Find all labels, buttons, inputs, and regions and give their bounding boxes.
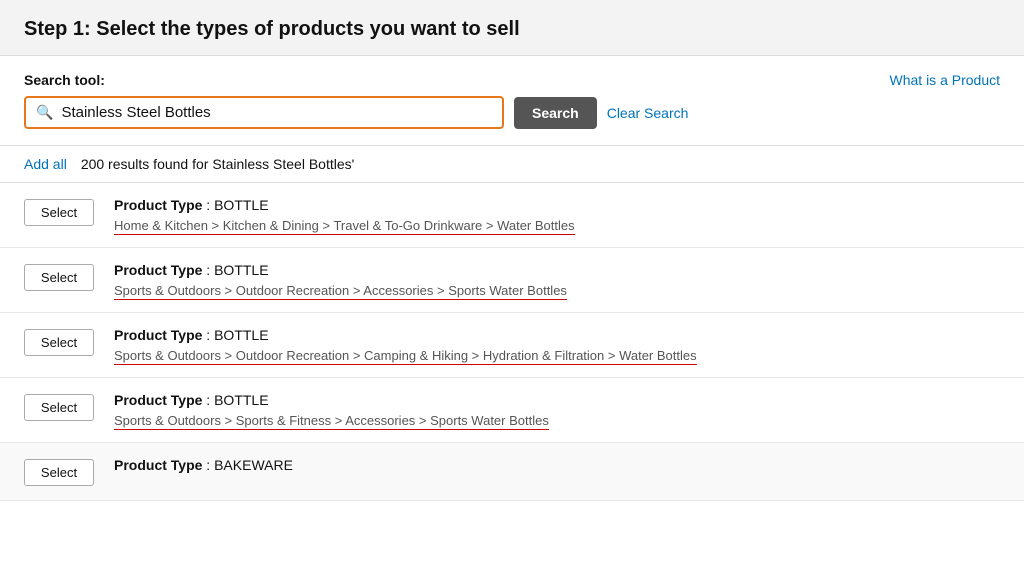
- product-type-label: Product Type: [114, 262, 202, 278]
- search-tool-label: Search tool:: [24, 72, 1000, 88]
- product-type-label: Product Type: [114, 457, 202, 473]
- product-item: Select Product Type : BOTTLE Sports & Outd…: [0, 378, 1024, 443]
- select-button[interactable]: Select: [24, 264, 94, 291]
- search-input[interactable]: [61, 104, 492, 121]
- product-type-value: : BOTTLE: [202, 262, 268, 278]
- product-item: Select Product Type : BOTTLE Home & Kitche…: [0, 183, 1024, 248]
- results-section: Add all 200 results found for Stainless …: [0, 146, 1024, 501]
- product-type-line: Product Type : BOTTLE: [114, 197, 1000, 213]
- product-item: Select Product Type : BOTTLE Sports & Outd…: [0, 313, 1024, 378]
- product-type-value: : BOTTLE: [202, 392, 268, 408]
- product-type-value: : BAKEWARE: [202, 457, 293, 473]
- product-type-line: Product Type : BAKEWARE: [114, 457, 1000, 473]
- product-list: Select Product Type : BOTTLE Home & Kitche…: [0, 183, 1024, 501]
- select-button[interactable]: Select: [24, 329, 94, 356]
- breadcrumb-text: Sports & Outdoors > Outdoor Recreation >…: [114, 283, 567, 300]
- select-button[interactable]: Select: [24, 459, 94, 486]
- product-type-line: Product Type : BOTTLE: [114, 327, 1000, 343]
- search-button[interactable]: Search: [514, 97, 597, 129]
- select-button[interactable]: Select: [24, 199, 94, 226]
- product-info: Product Type : BOTTLE Home & Kitchen > Ki…: [114, 197, 1000, 233]
- product-breadcrumb: Sports & Outdoors > Outdoor Recreation >…: [114, 347, 1000, 363]
- add-all-link[interactable]: Add all: [24, 156, 67, 172]
- page-title: Step 1: Select the types of products you…: [24, 18, 1000, 41]
- select-button[interactable]: Select: [24, 394, 94, 421]
- results-header: Add all 200 results found for Stainless …: [0, 146, 1024, 183]
- product-info: Product Type : BAKEWARE: [114, 457, 1000, 477]
- product-info: Product Type : BOTTLE Sports & Outdoors >…: [114, 327, 1000, 363]
- page-header: Step 1: Select the types of products you…: [0, 0, 1024, 56]
- breadcrumb-text: Home & Kitchen > Kitchen & Dining > Trav…: [114, 218, 575, 235]
- what-is-product-link[interactable]: What is a Product: [890, 72, 1001, 88]
- product-type-label: Product Type: [114, 197, 202, 213]
- search-icon: 🔍: [36, 104, 53, 121]
- product-type-value: : BOTTLE: [202, 197, 268, 213]
- search-input-wrapper: 🔍: [24, 96, 504, 129]
- search-section: Search tool: 🔍 Search Clear Search What …: [0, 56, 1024, 146]
- clear-search-link[interactable]: Clear Search: [607, 105, 689, 121]
- product-item: Select Product Type : BAKEWARE: [0, 443, 1024, 501]
- product-type-line: Product Type : BOTTLE: [114, 262, 1000, 278]
- product-type-value: : BOTTLE: [202, 327, 268, 343]
- product-type-label: Product Type: [114, 392, 202, 408]
- product-info: Product Type : BOTTLE Sports & Outdoors >…: [114, 392, 1000, 428]
- product-breadcrumb: Sports & Outdoors > Sports & Fitness > A…: [114, 412, 1000, 428]
- product-item: Select Product Type : BOTTLE Sports & Outd…: [0, 248, 1024, 313]
- product-breadcrumb: Sports & Outdoors > Outdoor Recreation >…: [114, 282, 1000, 298]
- breadcrumb-text: Sports & Outdoors > Sports & Fitness > A…: [114, 413, 549, 430]
- product-type-line: Product Type : BOTTLE: [114, 392, 1000, 408]
- product-breadcrumb: Home & Kitchen > Kitchen & Dining > Trav…: [114, 217, 1000, 233]
- product-type-label: Product Type: [114, 327, 202, 343]
- results-count: 200 results found for Stainless Steel Bo…: [81, 156, 355, 172]
- breadcrumb-text: Sports & Outdoors > Outdoor Recreation >…: [114, 348, 697, 365]
- product-info: Product Type : BOTTLE Sports & Outdoors >…: [114, 262, 1000, 298]
